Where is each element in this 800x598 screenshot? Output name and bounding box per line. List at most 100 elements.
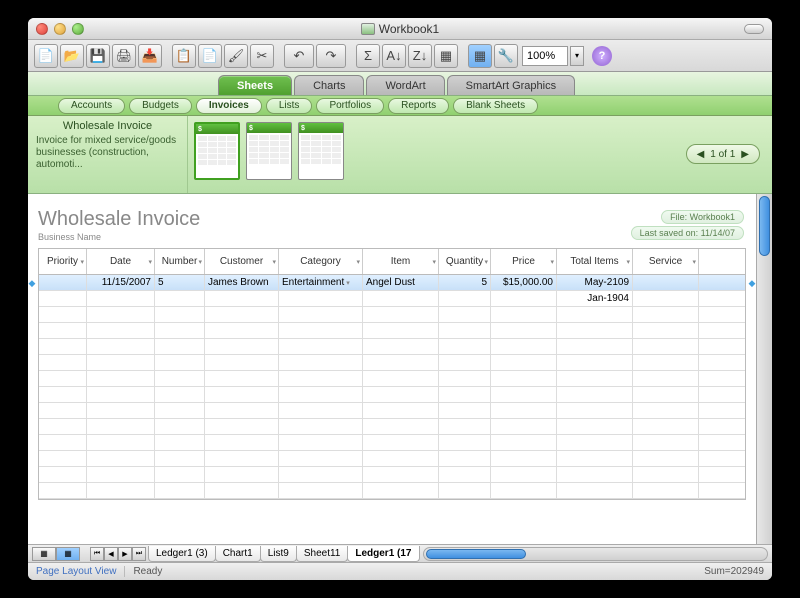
- cell[interactable]: [205, 387, 279, 402]
- cell[interactable]: James Brown: [205, 275, 279, 290]
- cell[interactable]: [155, 291, 205, 306]
- cell[interactable]: [363, 307, 439, 322]
- cell[interactable]: Jan-1904: [557, 291, 633, 306]
- subtab-blank[interactable]: Blank Sheets: [453, 98, 538, 114]
- cell[interactable]: [205, 339, 279, 354]
- table-row[interactable]: Jan-1904: [39, 291, 745, 307]
- cell[interactable]: [279, 403, 363, 418]
- cell[interactable]: [633, 467, 699, 482]
- cell[interactable]: [279, 355, 363, 370]
- cell[interactable]: [439, 371, 491, 386]
- cell[interactable]: [205, 307, 279, 322]
- grid-body[interactable]: 11/15/20075James BrownEntertainment▾Ange…: [39, 275, 745, 499]
- sheet-tab[interactable]: Sheet11: [296, 546, 349, 562]
- gallery-pager[interactable]: ◀ 1 of 1 ▶: [686, 144, 760, 164]
- zoom-dropdown-icon[interactable]: ▾: [570, 46, 584, 66]
- cell[interactable]: [155, 451, 205, 466]
- cell[interactable]: [363, 467, 439, 482]
- cell[interactable]: [439, 419, 491, 434]
- cell[interactable]: 5: [155, 275, 205, 290]
- cell[interactable]: [205, 403, 279, 418]
- open-button[interactable]: 📂: [60, 44, 84, 68]
- format-button[interactable]: 🖌: [224, 44, 248, 68]
- cell[interactable]: [633, 339, 699, 354]
- cell[interactable]: [205, 323, 279, 338]
- cell[interactable]: May-2109: [557, 275, 633, 290]
- clear-button[interactable]: ✂: [250, 44, 274, 68]
- cell[interactable]: [491, 483, 557, 498]
- table-row[interactable]: [39, 339, 745, 355]
- cell[interactable]: [633, 307, 699, 322]
- cell[interactable]: 5: [439, 275, 491, 290]
- table-row[interactable]: [39, 307, 745, 323]
- sheet-tab[interactable]: Ledger1 (17: [347, 546, 419, 562]
- filter-button[interactable]: ▦: [434, 44, 458, 68]
- horizontal-scrollbar[interactable]: [423, 547, 769, 561]
- toolbox-button[interactable]: 🔧: [494, 44, 518, 68]
- cell[interactable]: [39, 371, 87, 386]
- cell[interactable]: [205, 291, 279, 306]
- cell[interactable]: [491, 403, 557, 418]
- cell[interactable]: [633, 275, 699, 290]
- col-price[interactable]: Price▾: [491, 249, 557, 274]
- cell[interactable]: [279, 467, 363, 482]
- col-priority[interactable]: Priority▾: [39, 249, 87, 274]
- cell[interactable]: [557, 339, 633, 354]
- table-row[interactable]: [39, 403, 745, 419]
- pager-next-icon[interactable]: ▶: [741, 149, 749, 160]
- new-button[interactable]: 📄: [34, 44, 58, 68]
- cell[interactable]: [363, 435, 439, 450]
- row-handle-icon[interactable]: [28, 275, 37, 291]
- cell[interactable]: [633, 419, 699, 434]
- scroll-thumb[interactable]: [426, 549, 526, 559]
- template-thumb[interactable]: [298, 122, 344, 180]
- col-category[interactable]: Category▾: [279, 249, 363, 274]
- table-row[interactable]: [39, 435, 745, 451]
- cell[interactable]: [39, 339, 87, 354]
- cell[interactable]: [557, 355, 633, 370]
- cell[interactable]: [363, 323, 439, 338]
- cell[interactable]: [87, 435, 155, 450]
- subtab-budgets[interactable]: Budgets: [129, 98, 192, 114]
- table-row[interactable]: [39, 355, 745, 371]
- cell[interactable]: [633, 483, 699, 498]
- cell[interactable]: [633, 371, 699, 386]
- cell[interactable]: [279, 387, 363, 402]
- cell[interactable]: [557, 403, 633, 418]
- print-button[interactable]: 🖨: [112, 44, 136, 68]
- subtab-reports[interactable]: Reports: [388, 98, 449, 114]
- cell[interactable]: [155, 355, 205, 370]
- cell[interactable]: 11/15/2007: [87, 275, 155, 290]
- cell[interactable]: [439, 323, 491, 338]
- cell[interactable]: [155, 387, 205, 402]
- subtab-invoices[interactable]: Invoices: [196, 98, 262, 114]
- col-date[interactable]: Date▾: [87, 249, 155, 274]
- cell[interactable]: [439, 307, 491, 322]
- vertical-scrollbar[interactable]: [756, 194, 772, 544]
- cell[interactable]: Angel Dust: [363, 275, 439, 290]
- table-row[interactable]: [39, 483, 745, 499]
- cell[interactable]: [87, 291, 155, 306]
- cell[interactable]: [39, 435, 87, 450]
- cell[interactable]: [39, 387, 87, 402]
- cell[interactable]: [363, 451, 439, 466]
- first-sheet-button[interactable]: ⏮: [90, 547, 104, 561]
- table-row[interactable]: [39, 387, 745, 403]
- cell[interactable]: [87, 323, 155, 338]
- cell[interactable]: [87, 403, 155, 418]
- table-row[interactable]: [39, 371, 745, 387]
- col-customer[interactable]: Customer▾: [205, 249, 279, 274]
- cell[interactable]: [279, 371, 363, 386]
- cell[interactable]: [557, 451, 633, 466]
- table-row[interactable]: [39, 467, 745, 483]
- table-row[interactable]: [39, 323, 745, 339]
- cell[interactable]: [279, 339, 363, 354]
- cell[interactable]: [491, 451, 557, 466]
- paste-button[interactable]: 📄: [198, 44, 222, 68]
- cell[interactable]: [279, 483, 363, 498]
- help-button[interactable]: ?: [592, 46, 612, 66]
- col-total[interactable]: Total Items▾: [557, 249, 633, 274]
- cell[interactable]: [557, 387, 633, 402]
- worksheet[interactable]: Wholesale Invoice Business Name File: Wo…: [28, 194, 756, 544]
- cell[interactable]: $15,000.00: [491, 275, 557, 290]
